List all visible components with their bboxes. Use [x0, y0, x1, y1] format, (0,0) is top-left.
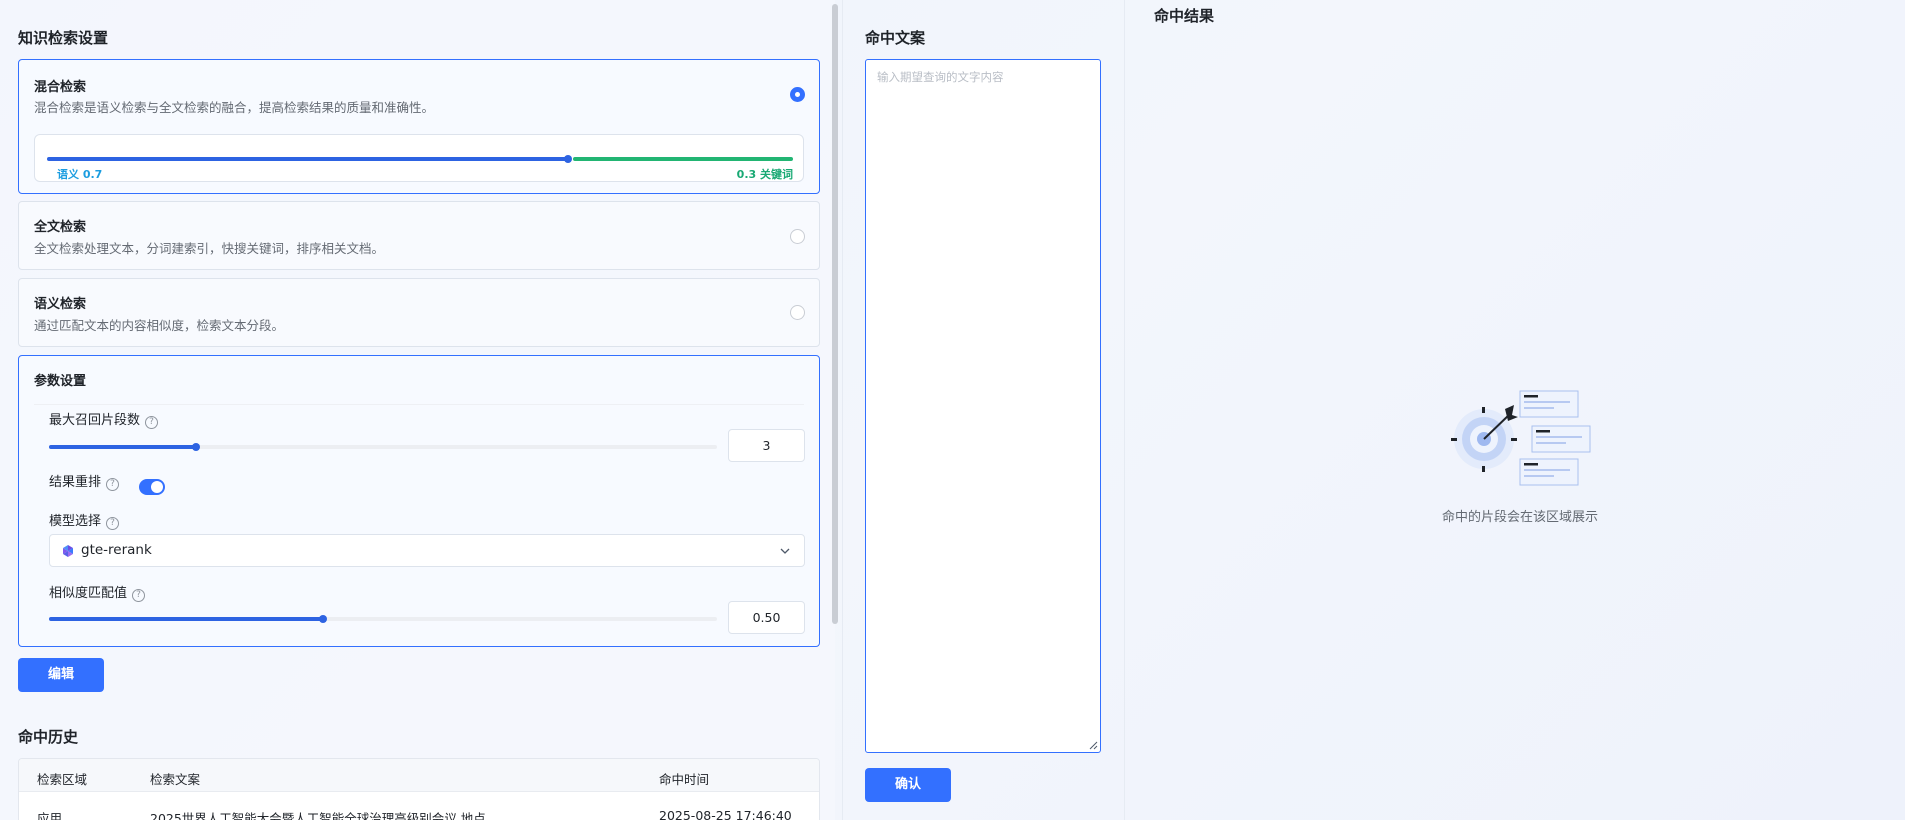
question-circle-icon[interactable]: ?: [132, 589, 146, 602]
radio-fulltext[interactable]: [790, 229, 805, 244]
keyword-weight-bar: [573, 157, 793, 161]
mode-title-hybrid: 混合检索: [34, 80, 87, 95]
max-recall-slider-handle[interactable]: [191, 443, 200, 451]
panel-divider: [842, 0, 843, 820]
column-header-time: 命中时间: [659, 772, 710, 787]
retrieval-settings-panel: 知识检索设置 混合检索 混合检索是语义检索与全文检索的融合，提高检索结果的质量和…: [0, 0, 835, 820]
rerank-label: 结果重排?: [49, 471, 120, 491]
query-textarea[interactable]: 输入期望查询的文字内容: [865, 59, 1101, 753]
mode-desc-hybrid: 混合检索是语义检索与全文检索的融合，提高检索结果的质量和准确性。: [34, 100, 435, 115]
radio-semantic[interactable]: [790, 305, 805, 320]
panel-divider-right: [1124, 0, 1125, 820]
row-time-cell: 2025-08-25 17:46:40: [659, 808, 792, 820]
model-logo-icon: [63, 545, 73, 557]
max-recall-label-text: 最大召回片段数: [49, 413, 141, 428]
settings-title: 知识检索设置: [18, 29, 109, 47]
mode-desc-semantic: 通过匹配文本的内容相似度，检索文本分段。: [34, 318, 285, 333]
chevron-down-icon: [780, 548, 790, 554]
params-divider: [34, 404, 804, 405]
mode-title-fulltext: 全文检索: [34, 220, 87, 235]
similarity-slider-fill: [49, 617, 323, 621]
resize-handle-icon[interactable]: [1088, 740, 1098, 750]
question-circle-icon[interactable]: ?: [106, 478, 120, 491]
mode-card-fulltext[interactable]: 全文检索 全文检索处理文本，分词建索引，快搜关键词，排序相关文档。: [18, 201, 820, 270]
max-recall-input[interactable]: 3: [728, 429, 805, 462]
max-recall-slider[interactable]: [49, 443, 717, 451]
table-header: 检索区域 检索文案 命中时间: [19, 759, 819, 792]
question-circle-icon[interactable]: ?: [145, 416, 159, 429]
mode-card-hybrid[interactable]: 混合检索 混合检索是语义检索与全文检索的融合，提高检索结果的质量和准确性。 语义…: [18, 59, 820, 194]
mode-title-semantic: 语义检索: [34, 297, 87, 312]
similarity-slider-handle[interactable]: [318, 615, 327, 623]
radio-hybrid[interactable]: [790, 87, 805, 102]
similarity-label-text: 相似度匹配值: [49, 586, 128, 601]
results-title: 命中结果: [1154, 7, 1215, 25]
model-select[interactable]: gte-rerank: [49, 534, 805, 567]
empty-results-text: 命中的片段会在该区域展示: [1441, 510, 1598, 525]
similarity-label: 相似度匹配值?: [49, 582, 146, 602]
rerank-label-text: 结果重排: [49, 475, 102, 490]
params-title: 参数设置: [34, 374, 87, 389]
mode-desc-fulltext: 全文检索处理文本，分词建索引，快搜关键词，排序相关文档。: [34, 241, 385, 256]
weight-slider-handle[interactable]: [564, 155, 572, 163]
keyword-weight-label: 0.3 关键词: [736, 168, 793, 181]
model-select-value: gte-rerank: [81, 542, 152, 558]
query-placeholder: 输入期望查询的文字内容: [877, 70, 1004, 84]
column-header-query: 检索文案: [150, 772, 201, 787]
similarity-slider[interactable]: [49, 615, 717, 623]
max-recall-slider-fill: [49, 445, 196, 449]
similarity-input[interactable]: 0.50: [728, 601, 805, 634]
rerank-toggle[interactable]: [139, 479, 165, 495]
confirm-button[interactable]: 确认: [865, 768, 951, 802]
history-table: 检索区域 检索文案 命中时间 应用 2025世界人工智能大会暨人工智能全球治理高…: [18, 758, 820, 820]
params-card: 参数设置 最大召回片段数? 3 结果重排? 模型选择? gte-rerank 相…: [18, 355, 820, 647]
row-query-cell: 2025世界人工智能大会暨人工智能全球治理高级别会议 地点: [150, 811, 486, 820]
model-select-label: 模型选择?: [49, 510, 120, 530]
left-scrollbar-thumb[interactable]: [832, 4, 838, 624]
edit-button[interactable]: 编辑: [18, 658, 104, 692]
history-title: 命中历史: [18, 728, 79, 746]
weight-slider-box: 语义 0.7 0.3 关键词: [34, 134, 804, 182]
column-header-area: 检索区域: [37, 772, 88, 787]
question-circle-icon[interactable]: ?: [106, 517, 120, 530]
semantic-weight-label: 语义 0.7: [57, 168, 103, 181]
target-hit-icon: [1451, 390, 1591, 486]
query-title: 命中文案: [865, 29, 926, 47]
max-recall-label: 最大召回片段数?: [49, 409, 159, 429]
mode-card-semantic[interactable]: 语义检索 通过匹配文本的内容相似度，检索文本分段。: [18, 278, 820, 347]
model-select-label-text: 模型选择: [49, 514, 102, 529]
semantic-weight-bar: [47, 157, 567, 161]
row-area-cell: 应用: [37, 811, 63, 820]
